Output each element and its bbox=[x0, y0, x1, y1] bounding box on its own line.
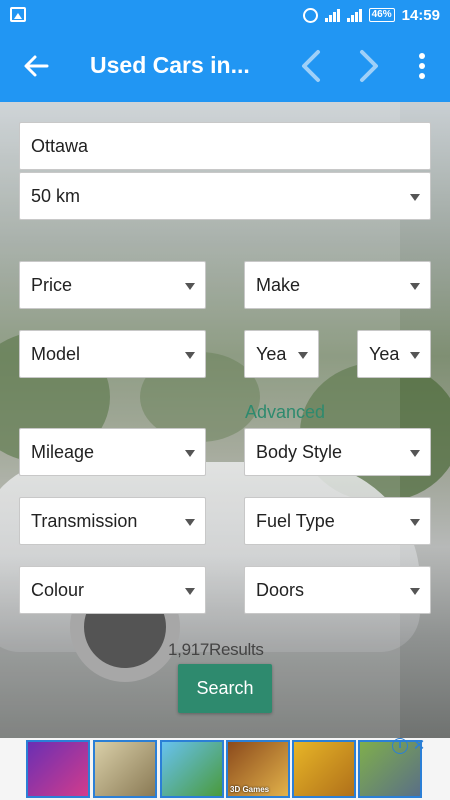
model-select[interactable]: Model bbox=[19, 330, 206, 378]
ad-info-icon[interactable]: i bbox=[392, 738, 408, 754]
price-label: Price bbox=[31, 274, 73, 295]
dropdown-arrow-icon bbox=[185, 283, 195, 290]
location-value: Ottawa bbox=[31, 135, 89, 156]
body-style-label: Body Style bbox=[256, 441, 343, 462]
results-count: 1,917Results bbox=[168, 640, 264, 659]
fuel-type-label: Fuel Type bbox=[256, 510, 335, 531]
fuel-type-select[interactable]: Fuel Type bbox=[244, 497, 431, 545]
dropdown-arrow-icon bbox=[185, 450, 195, 457]
advanced-link[interactable]: Advanced bbox=[245, 402, 325, 423]
signal-icon-2 bbox=[346, 8, 362, 22]
ad-close-icon[interactable]: ✕ bbox=[411, 738, 427, 754]
ad-tile-caption: 3D Games bbox=[230, 785, 270, 794]
dropdown-arrow-icon bbox=[185, 519, 195, 526]
transmission-label: Transmission bbox=[31, 510, 138, 531]
search-button[interactable]: Search bbox=[178, 664, 272, 713]
mileage-label: Mileage bbox=[31, 441, 95, 462]
gallery-notification-icon bbox=[10, 7, 26, 22]
location-input[interactable]: Ottawa bbox=[19, 122, 431, 170]
year-from-label: Yea bbox=[256, 343, 287, 364]
ad-tile-swampy[interactable] bbox=[160, 740, 224, 798]
year-to-select[interactable]: Yea bbox=[357, 330, 431, 378]
page-title: Used Cars in... bbox=[90, 52, 250, 78]
make-select[interactable]: Make bbox=[244, 261, 431, 309]
transmission-select[interactable]: Transmission bbox=[19, 497, 206, 545]
doors-label: Doors bbox=[256, 579, 305, 600]
body-style-select[interactable]: Body Style bbox=[244, 428, 431, 476]
radius-select[interactable]: 50 km bbox=[19, 172, 431, 220]
status-indicators: 46% 14:59 bbox=[302, 0, 440, 30]
year-to-label: Yea bbox=[369, 343, 400, 364]
colour-select[interactable]: Colour bbox=[19, 566, 206, 614]
dropdown-arrow-icon bbox=[298, 352, 308, 359]
colour-label: Colour bbox=[31, 579, 85, 600]
radius-value: 50 km bbox=[31, 185, 81, 206]
dropdown-arrow-icon bbox=[410, 519, 420, 526]
more-vert-icon[interactable] bbox=[412, 50, 432, 82]
doors-select[interactable]: Doors bbox=[244, 566, 431, 614]
mileage-select[interactable]: Mileage bbox=[19, 428, 206, 476]
alarm-icon bbox=[302, 7, 318, 23]
dropdown-arrow-icon bbox=[185, 588, 195, 595]
ad-tile-fruit-ninja[interactable]: 3D Games bbox=[226, 740, 290, 798]
chevron-left-icon[interactable] bbox=[296, 48, 326, 84]
ad-tile-temple-run[interactable] bbox=[292, 740, 356, 798]
dropdown-arrow-icon bbox=[410, 194, 420, 201]
status-bar: 46% 14:59 bbox=[0, 0, 450, 30]
chevron-right-icon[interactable] bbox=[354, 48, 384, 84]
app-bar: Used Cars in... bbox=[0, 30, 450, 102]
dropdown-arrow-icon bbox=[410, 450, 420, 457]
dropdown-arrow-icon bbox=[410, 588, 420, 595]
year-from-select[interactable]: Yea bbox=[244, 330, 319, 378]
ad-tile-candy-crush[interactable] bbox=[26, 740, 90, 798]
status-time: 14:59 bbox=[401, 6, 440, 24]
price-select[interactable]: Price bbox=[19, 261, 206, 309]
back-arrow-icon[interactable] bbox=[22, 52, 50, 80]
dropdown-arrow-icon bbox=[410, 352, 420, 359]
ad-banner[interactable]: 3D Games i ✕ bbox=[0, 738, 450, 800]
dropdown-arrow-icon bbox=[410, 283, 420, 290]
signal-icon bbox=[324, 8, 340, 22]
battery-icon: 46% bbox=[368, 8, 395, 22]
make-label: Make bbox=[256, 274, 301, 295]
ad-tile-grand-theft-auto[interactable] bbox=[93, 740, 157, 798]
model-label: Model bbox=[31, 343, 81, 364]
dropdown-arrow-icon bbox=[185, 352, 195, 359]
